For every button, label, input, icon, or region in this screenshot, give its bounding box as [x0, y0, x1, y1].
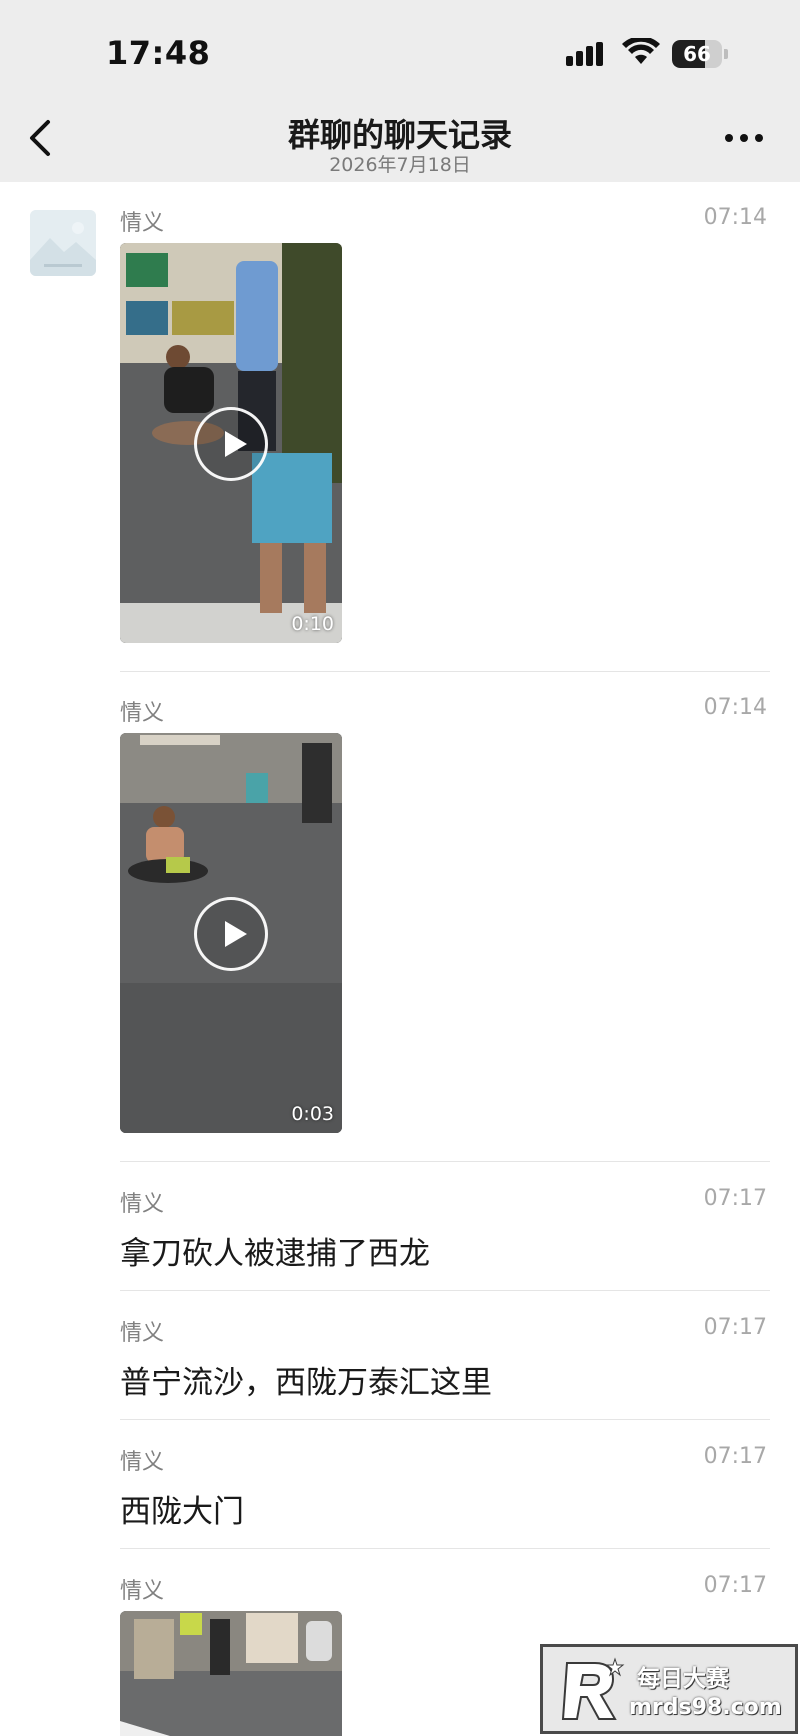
- watermark-url: mrds98.com: [629, 1695, 782, 1720]
- page-subtitle: 2026年7月18日: [329, 154, 471, 176]
- watermark-logo: 每日大赛 mrds98.com: [540, 1644, 798, 1734]
- more-dots-icon[interactable]: [722, 128, 766, 148]
- video-thumbnail[interactable]: 0:03: [120, 733, 342, 1133]
- image-placeholder-icon: [30, 210, 96, 276]
- message-item: 情义 07:17 普宁流沙，西陇万泰汇这里: [120, 1315, 770, 1415]
- message-item: 情义 07:17 拿刀砍人被逮捕了西龙: [120, 1186, 770, 1286]
- message-text: 拿刀砍人被逮捕了西龙: [120, 1236, 430, 1272]
- divider: [120, 1290, 770, 1291]
- message-item: 情义 07:17 西陇大门: [120, 1444, 770, 1544]
- sender-name: 情义: [120, 1579, 165, 1604]
- battery-icon: 66: [672, 40, 728, 68]
- image-thumbnail[interactable]: [120, 1611, 342, 1736]
- message-text: 普宁流沙，西陇万泰汇这里: [120, 1365, 492, 1401]
- play-icon[interactable]: [194, 897, 268, 971]
- sender-name: 情义: [120, 1450, 165, 1475]
- video-duration: 0:03: [291, 1103, 334, 1125]
- message-time: 07:14: [703, 205, 767, 230]
- divider: [120, 1548, 770, 1549]
- battery-level: 66: [683, 42, 711, 66]
- video-thumbnail[interactable]: 0:10: [120, 243, 342, 643]
- nav-bar: 群聊的聊天记录 2026年7月18日: [0, 100, 800, 182]
- wifi-icon: [622, 38, 660, 64]
- message-time: 07:17: [703, 1315, 767, 1340]
- play-icon[interactable]: [194, 407, 268, 481]
- message-time: 07:17: [703, 1444, 767, 1469]
- message-item: 情义 07:14 0:10: [120, 205, 770, 645]
- divider: [120, 1161, 770, 1162]
- watermark-brand: 每日大赛: [637, 1666, 729, 1692]
- sender-name: 情义: [120, 1192, 165, 1217]
- signal-icon: [566, 42, 603, 66]
- status-time: 17:48: [106, 34, 211, 72]
- brand-logo-icon: [561, 1657, 625, 1720]
- message-item: 情义 07:14 0:03: [120, 695, 770, 1135]
- sender-name: 情义: [120, 1321, 165, 1346]
- message-time: 07:17: [703, 1186, 767, 1211]
- status-bar: 17:48 66: [0, 0, 800, 100]
- message-text: 西陇大门: [120, 1494, 244, 1530]
- sender-name: 情义: [120, 211, 165, 236]
- message-time: 07:17: [703, 1573, 767, 1598]
- sender-name: 情义: [120, 701, 165, 726]
- divider: [120, 671, 770, 672]
- video-duration: 0:10: [291, 613, 334, 635]
- image-scene: [120, 1611, 342, 1736]
- divider: [120, 1419, 770, 1420]
- message-time: 07:14: [703, 695, 767, 720]
- avatar[interactable]: [30, 210, 96, 276]
